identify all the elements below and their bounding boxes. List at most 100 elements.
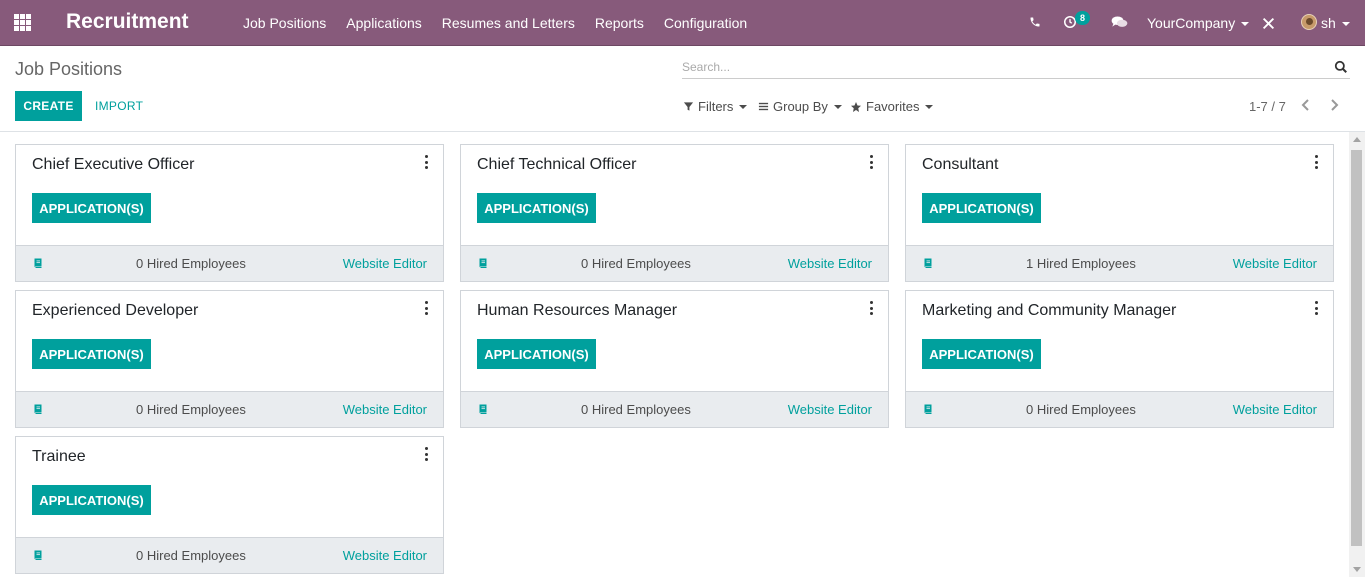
- scroll-down-icon[interactable]: [1353, 567, 1361, 572]
- menu-item-resumes-letters[interactable]: Resumes and Letters: [442, 15, 575, 31]
- kebab-menu-icon[interactable]: [868, 301, 874, 315]
- phone-icon[interactable]: [1029, 16, 1041, 28]
- user-menu[interactable]: sh: [1321, 15, 1350, 31]
- book-icon[interactable]: [32, 549, 44, 561]
- job-title[interactable]: Experienced Developer: [32, 302, 198, 320]
- job-title[interactable]: Trainee: [32, 448, 86, 466]
- apps-grid-icon[interactable]: [14, 14, 33, 31]
- applications-button[interactable]: APPLICATION(S): [32, 193, 151, 223]
- job-position-card[interactable]: Trainee APPLICATION(S) 0 Hired Employees…: [15, 436, 444, 574]
- applications-button[interactable]: APPLICATION(S): [477, 193, 596, 223]
- hired-employees-count: 0 Hired Employees: [136, 548, 246, 563]
- kebab-menu-icon[interactable]: [423, 155, 429, 169]
- menu-item-applications[interactable]: Applications: [346, 15, 422, 31]
- job-position-card[interactable]: Chief Executive Officer APPLICATION(S) 0…: [15, 144, 444, 282]
- activity-count-badge: 8: [1075, 11, 1090, 25]
- hired-employees-count: 0 Hired Employees: [581, 256, 691, 271]
- hired-employees-count: 1 Hired Employees: [1026, 256, 1136, 271]
- menu-item-reports[interactable]: Reports: [595, 15, 644, 31]
- website-editor-link[interactable]: Website Editor: [1233, 256, 1317, 271]
- control-panel: Job Positions CREATE IMPORT Filters Grou…: [0, 46, 1365, 132]
- kebab-menu-icon[interactable]: [1313, 301, 1319, 315]
- user-name: sh: [1321, 15, 1336, 31]
- group-by-label: Group By: [773, 99, 828, 114]
- breadcrumb: Job Positions: [15, 59, 123, 79]
- card-footer: 0 Hired Employees Website Editor: [461, 245, 888, 281]
- applications-button[interactable]: APPLICATION(S): [922, 339, 1041, 369]
- job-position-card[interactable]: Marketing and Community Manager APPLICAT…: [905, 290, 1334, 428]
- scroll-thumb[interactable]: [1351, 150, 1362, 546]
- list-icon: [758, 102, 769, 111]
- book-icon[interactable]: [477, 403, 489, 415]
- card-footer: 0 Hired Employees Website Editor: [16, 245, 443, 281]
- chevron-down-icon: [1241, 22, 1250, 27]
- chevron-down-icon: [833, 104, 842, 109]
- import-button[interactable]: IMPORT: [95, 99, 143, 113]
- website-editor-link[interactable]: Website Editor: [343, 256, 427, 271]
- pager-value[interactable]: 1-7 / 7: [1249, 99, 1286, 114]
- job-title[interactable]: Human Resources Manager: [477, 302, 677, 320]
- book-icon[interactable]: [32, 403, 44, 415]
- chevron-right-icon[interactable]: [1328, 98, 1340, 112]
- hired-employees-count: 0 Hired Employees: [136, 256, 246, 271]
- card-footer: 0 Hired Employees Website Editor: [16, 537, 443, 573]
- hired-employees-count: 0 Hired Employees: [136, 402, 246, 417]
- book-icon[interactable]: [922, 257, 934, 269]
- book-icon[interactable]: [477, 257, 489, 269]
- chat-icon[interactable]: [1111, 15, 1128, 29]
- applications-button[interactable]: APPLICATION(S): [32, 485, 151, 515]
- chevron-left-icon[interactable]: [1300, 98, 1312, 112]
- filter-icon: [683, 102, 694, 111]
- chevron-down-icon: [925, 104, 934, 109]
- applications-button[interactable]: APPLICATION(S): [922, 193, 1041, 223]
- debug-tools-icon[interactable]: [1262, 17, 1275, 30]
- card-footer: 0 Hired Employees Website Editor: [461, 391, 888, 427]
- job-position-card[interactable]: Experienced Developer APPLICATION(S) 0 H…: [15, 290, 444, 428]
- job-title[interactable]: Consultant: [922, 156, 999, 174]
- job-title[interactable]: Chief Executive Officer: [32, 156, 194, 174]
- filters-dropdown[interactable]: Filters: [683, 99, 748, 114]
- favorites-dropdown[interactable]: Favorites: [850, 99, 934, 114]
- kebab-menu-icon[interactable]: [423, 301, 429, 315]
- job-position-card[interactable]: Chief Technical Officer APPLICATION(S) 0…: [460, 144, 889, 282]
- menu-item-job-positions[interactable]: Job Positions: [243, 15, 326, 31]
- book-icon[interactable]: [922, 403, 934, 415]
- job-position-card[interactable]: Human Resources Manager APPLICATION(S) 0…: [460, 290, 889, 428]
- website-editor-link[interactable]: Website Editor: [788, 256, 872, 271]
- search-icon[interactable]: [1334, 60, 1348, 74]
- kebab-menu-icon[interactable]: [868, 155, 874, 169]
- favorites-label: Favorites: [866, 99, 920, 114]
- applications-button[interactable]: APPLICATION(S): [32, 339, 151, 369]
- job-title[interactable]: Marketing and Community Manager: [922, 302, 1176, 320]
- website-editor-link[interactable]: Website Editor: [343, 548, 427, 563]
- book-icon[interactable]: [32, 257, 44, 269]
- company-switcher[interactable]: YourCompany: [1147, 15, 1250, 31]
- applications-button[interactable]: APPLICATION(S): [477, 339, 596, 369]
- website-editor-link[interactable]: Website Editor: [788, 402, 872, 417]
- search-input[interactable]: [682, 56, 1322, 78]
- menu-item-configuration[interactable]: Configuration: [664, 15, 747, 31]
- scrollbar[interactable]: [1349, 132, 1365, 577]
- kebab-menu-icon[interactable]: [1313, 155, 1319, 169]
- company-name: YourCompany: [1147, 15, 1236, 31]
- main-menu: Job Positions Applications Resumes and L…: [243, 0, 767, 46]
- job-title[interactable]: Chief Technical Officer: [477, 156, 636, 174]
- hired-employees-count: 0 Hired Employees: [581, 402, 691, 417]
- scroll-up-icon[interactable]: [1353, 137, 1361, 142]
- avatar[interactable]: [1301, 14, 1317, 30]
- group-by-dropdown[interactable]: Group By: [758, 99, 842, 114]
- create-button[interactable]: CREATE: [15, 91, 82, 121]
- card-footer: 0 Hired Employees Website Editor: [16, 391, 443, 427]
- website-editor-link[interactable]: Website Editor: [343, 402, 427, 417]
- top-navbar: Recruitment Job Positions Applications R…: [0, 0, 1365, 46]
- kanban-grid: Chief Executive Officer APPLICATION(S) 0…: [15, 144, 1334, 574]
- chevron-down-icon: [1341, 22, 1350, 27]
- hired-employees-count: 0 Hired Employees: [1026, 402, 1136, 417]
- job-position-card[interactable]: Consultant APPLICATION(S) 1 Hired Employ…: [905, 144, 1334, 282]
- website-editor-link[interactable]: Website Editor: [1233, 402, 1317, 417]
- app-brand[interactable]: Recruitment: [66, 10, 189, 34]
- star-icon: [851, 101, 861, 112]
- kebab-menu-icon[interactable]: [423, 447, 429, 461]
- search-bar: [682, 56, 1350, 79]
- card-footer: 0 Hired Employees Website Editor: [906, 391, 1333, 427]
